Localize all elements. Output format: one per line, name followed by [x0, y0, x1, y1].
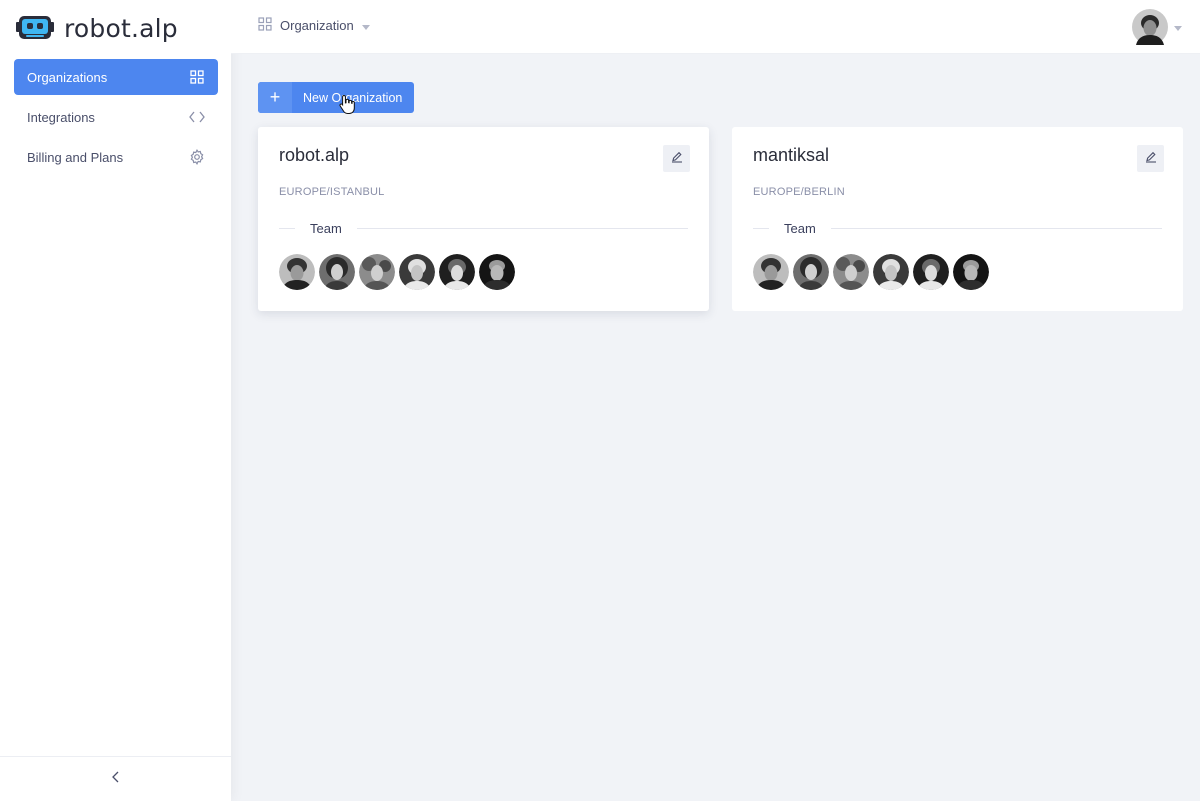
member-avatar[interactable]	[753, 254, 789, 290]
sidebar-item-organizations[interactable]: Organizations	[14, 59, 218, 95]
gear-icon	[189, 149, 205, 165]
sidebar-nav: Organizations Integrations Billing and P…	[14, 59, 218, 179]
member-avatar[interactable]	[439, 254, 475, 290]
user-avatar	[1132, 9, 1168, 45]
team-label: Team	[310, 220, 342, 236]
new-organization-button[interactable]: + New Organization	[258, 82, 414, 113]
member-avatar[interactable]	[873, 254, 909, 290]
breadcrumb-label: Organization	[280, 18, 354, 33]
chevron-left-icon	[111, 770, 121, 788]
grid-icon	[258, 17, 272, 34]
logo-text: robot.alp	[64, 13, 178, 43]
member-avatar[interactable]	[359, 254, 395, 290]
sidebar-item-integrations[interactable]: Integrations	[14, 99, 218, 135]
breadcrumb-dropdown[interactable]: Organization	[258, 17, 370, 34]
edit-organization-button[interactable]	[1137, 145, 1164, 172]
team-divider: Team	[279, 220, 688, 236]
team-avatars	[279, 254, 515, 290]
team-divider: Team	[753, 220, 1162, 236]
code-icon	[189, 109, 205, 125]
team-label: Team	[784, 220, 816, 236]
member-avatar[interactable]	[399, 254, 435, 290]
top-header: Organization	[231, 0, 1200, 54]
robot-icon	[16, 15, 54, 41]
member-avatar[interactable]	[953, 254, 989, 290]
member-avatar[interactable]	[279, 254, 315, 290]
caret-down-icon	[1174, 18, 1182, 36]
organization-name: robot.alp	[279, 145, 350, 165]
member-avatar[interactable]	[913, 254, 949, 290]
member-avatar[interactable]	[793, 254, 829, 290]
organization-card[interactable]: mantiksal EUROPE/BERLIN Team	[732, 127, 1183, 311]
member-avatar[interactable]	[479, 254, 515, 290]
logo[interactable]: robot.alp	[16, 12, 178, 44]
sidebar-item-label: Integrations	[27, 109, 95, 125]
sidebar-item-label: Billing and Plans	[27, 149, 124, 165]
plus-icon: +	[258, 82, 292, 113]
sidebar-item-billing[interactable]: Billing and Plans	[14, 139, 218, 175]
pencil-icon	[1145, 150, 1157, 168]
edit-organization-button[interactable]	[663, 145, 690, 172]
new-organization-label: New Organization	[303, 90, 403, 105]
organization-name: mantiksal	[753, 145, 830, 165]
sidebar-item-label: Organizations	[27, 69, 108, 85]
organization-timezone: EUROPE/ISTANBUL	[279, 186, 385, 198]
organization-timezone: EUROPE/BERLIN	[753, 186, 845, 198]
pencil-icon	[671, 150, 683, 168]
user-menu[interactable]	[1132, 9, 1182, 45]
sidebar: robot.alp Organizations Integrations Bil…	[0, 0, 231, 801]
team-avatars	[753, 254, 989, 290]
caret-down-icon	[361, 18, 370, 33]
organization-card[interactable]: robot.alp EUROPE/ISTANBUL Team	[258, 127, 709, 311]
member-avatar[interactable]	[833, 254, 869, 290]
member-avatar[interactable]	[319, 254, 355, 290]
sidebar-collapse-button[interactable]	[0, 756, 231, 801]
grid-icon	[189, 69, 205, 85]
